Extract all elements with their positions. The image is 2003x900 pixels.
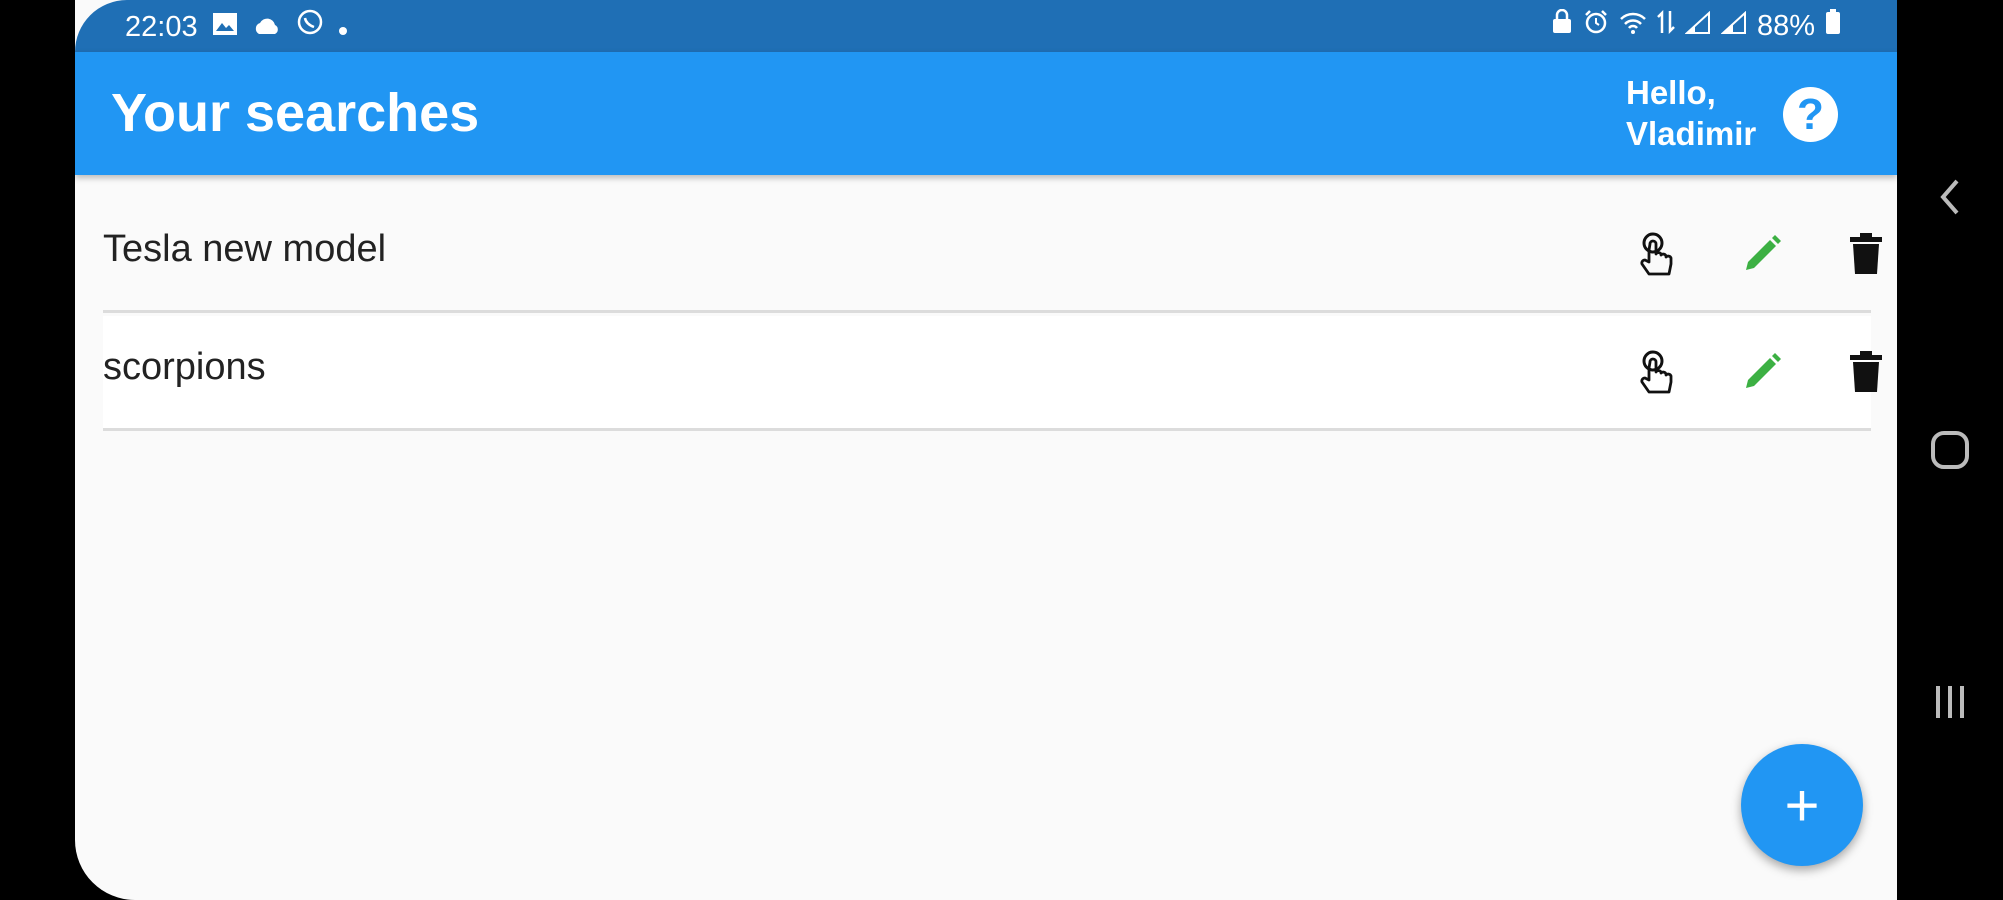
greeting-line-name: Vladimir	[1626, 115, 1757, 152]
add-search-button[interactable]: +	[1741, 744, 1863, 866]
search-label: Tesla new model	[103, 228, 387, 270]
app-bar: Your searches Hello, Vladimir ?	[75, 52, 1897, 175]
trash-icon[interactable]	[1840, 346, 1892, 398]
recent-apps-button[interactable]	[1897, 672, 2003, 732]
touch-icon[interactable]	[1631, 346, 1683, 398]
signal-icon	[1684, 9, 1711, 43]
search-list: Tesla new model scorpions	[103, 198, 1882, 431]
status-time: 22:03	[125, 10, 198, 43]
lock-icon	[1551, 8, 1573, 43]
cloud-icon	[252, 10, 282, 44]
greeting-line-hello: Hello,	[1626, 74, 1716, 111]
status-bar: 22:03 88%	[75, 0, 1897, 52]
wifi-icon	[1619, 9, 1647, 43]
data-icon	[1657, 9, 1675, 43]
gallery-icon	[212, 10, 238, 44]
page-title: Your searches	[111, 83, 480, 143]
plus-icon: +	[1784, 771, 1820, 839]
signal-icon	[1720, 9, 1747, 43]
help-button[interactable]: ?	[1783, 87, 1838, 142]
system-nav-bar	[1897, 0, 2003, 900]
help-icon: ?	[1797, 89, 1824, 139]
battery-percent: 88%	[1756, 9, 1815, 42]
user-greeting: Hello, Vladimir	[1626, 72, 1766, 154]
dot-icon	[338, 10, 348, 44]
home-button[interactable]	[1897, 420, 2003, 480]
app-screen: 22:03 88% Your searches Hello, Vladimir …	[75, 0, 1897, 900]
touch-icon[interactable]	[1631, 228, 1683, 280]
list-item[interactable]: Tesla new model	[103, 198, 1882, 313]
edit-pencil-icon[interactable]	[1736, 228, 1788, 280]
battery-icon	[1825, 9, 1841, 43]
viber-icon	[296, 9, 324, 45]
trash-icon[interactable]	[1840, 228, 1892, 280]
back-button[interactable]	[1897, 167, 2003, 227]
search-label: scorpions	[103, 346, 266, 388]
alarm-icon	[1583, 9, 1609, 43]
list-item[interactable]: scorpions	[103, 316, 1882, 431]
edit-pencil-icon[interactable]	[1736, 346, 1788, 398]
